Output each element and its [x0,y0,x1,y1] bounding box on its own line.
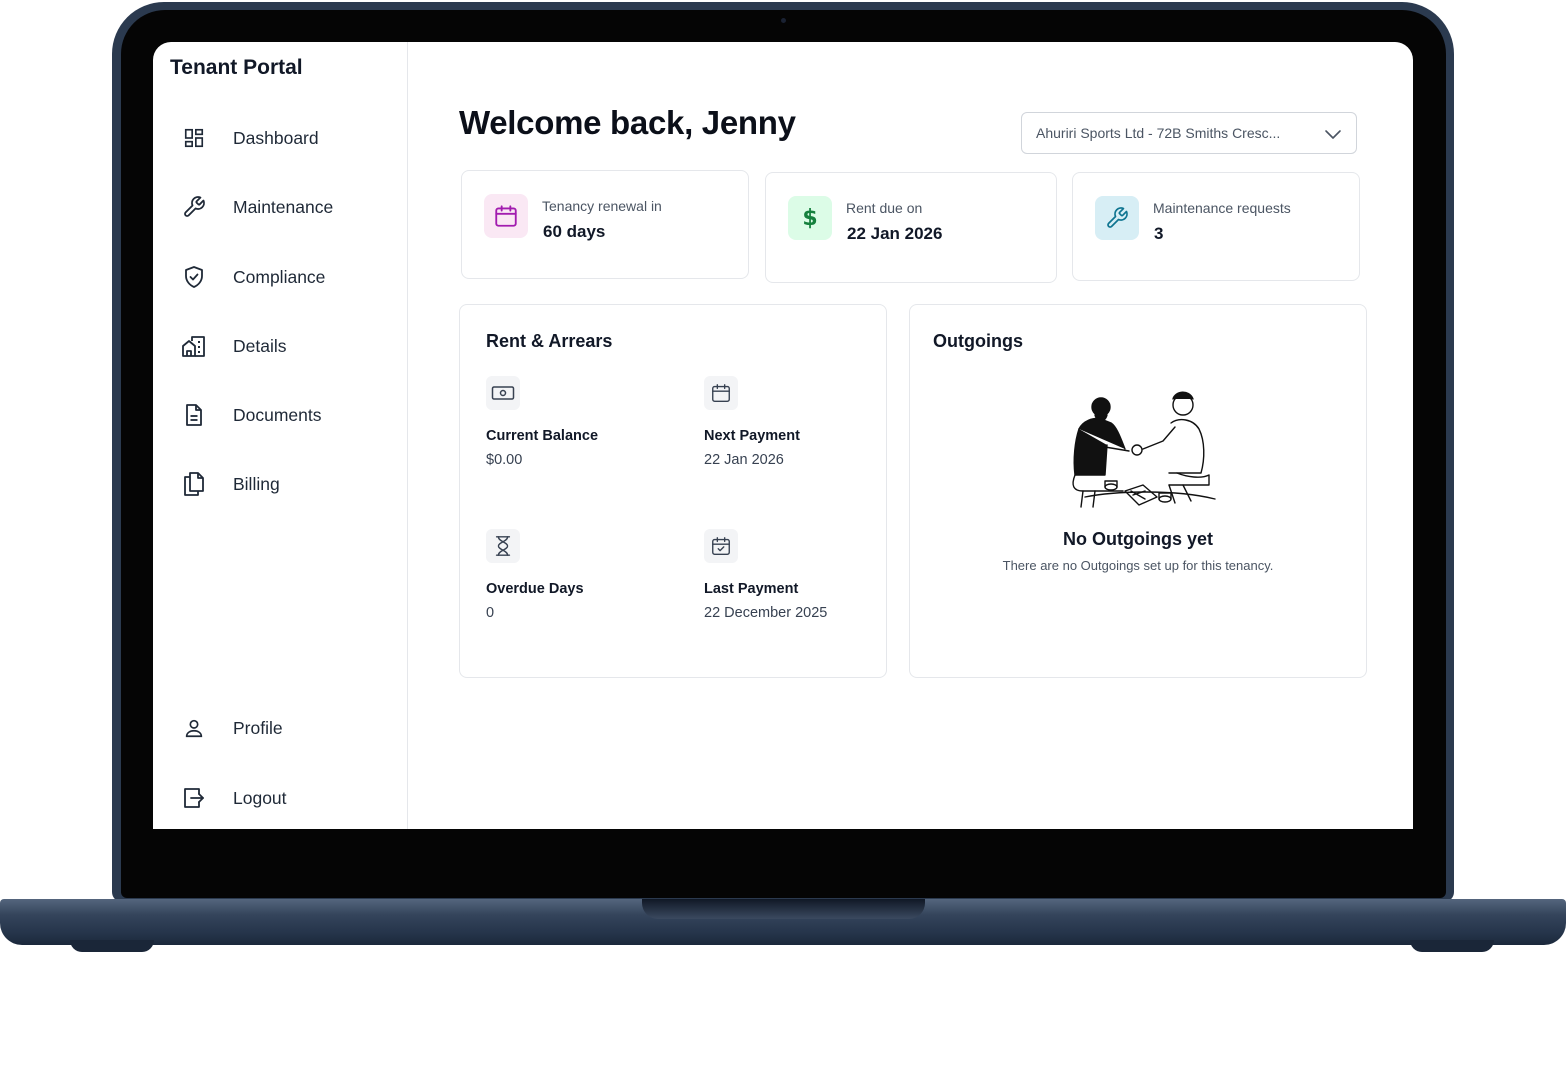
sidebar-item-label: Documents [233,404,322,425]
metric-value: 0 [486,605,495,621]
sidebar-item-billing[interactable]: Billing [181,466,401,502]
stat-card-maintenance-requests: Maintenance requests 3 [1072,172,1360,281]
page-title: Welcome back, Jenny [459,104,796,141]
stat-card-tenancy-renewal: Tenancy renewal in 60 days [461,170,749,279]
metric-value: 22 December 2025 [704,605,828,621]
sidebar-item-documents[interactable]: Documents [181,397,401,433]
rent-arrears-card: Rent & Arrears Current Balance $0.00 Nex… [459,304,887,678]
stat-label: Maintenance requests [1153,200,1291,216]
user-icon [181,715,207,741]
outgoings-card: Outgoings No Outgoings yet There are no … [909,304,1367,678]
hourglass-icon [486,529,520,563]
metric-overdue-days: Overdue Days 0 [486,529,584,621]
stat-label: Tenancy renewal in [542,198,662,214]
sidebar-item-label: Details [233,335,287,356]
metric-label: Next Payment [704,428,800,444]
metric-value: 22 Jan 2026 [704,452,784,468]
laptop-foot-right [1410,940,1494,952]
calendar-check-icon [704,529,738,563]
sidebar-item-label: Compliance [233,266,326,287]
stat-label: Rent due on [846,200,923,216]
laptop-notch [642,899,925,919]
sidebar-item-label: Dashboard [233,127,319,148]
app-screen: Tenant Portal Dashboard Maintenance Comp… [153,42,1413,829]
building-icon [181,333,207,359]
laptop-foot-left [70,940,154,952]
sidebar-item-label: Billing [233,473,280,494]
sidebar-item-dashboard[interactable]: Dashboard [181,120,401,156]
sidebar-item-profile[interactable]: Profile [181,710,401,746]
cash-icon [486,376,520,410]
sidebar-item-details[interactable]: Details [181,328,401,364]
property-select[interactable]: Ahuriri Sports Ltd - 72B Smiths Cresc... [1021,112,1357,154]
calendar-icon [484,194,528,238]
metric-label: Overdue Days [486,581,584,597]
card-title: Outgoings [933,331,1023,351]
metric-label: Current Balance [486,428,599,444]
empty-state-text: There are no Outgoings set up for this t… [1002,558,1274,573]
stat-value: 22 Jan 2026 [847,224,943,243]
dollar-icon: $ [788,196,832,240]
wrench-icon [181,194,207,220]
empty-state-title: No Outgoings yet [1063,529,1213,549]
calendar-icon [704,376,738,410]
stat-card-rent-due: $ Rent due on 22 Jan 2026 [765,172,1057,283]
dashboard-icon [181,125,207,151]
wrench-icon [1095,196,1139,240]
metric-last-payment: Last Payment 22 December 2025 [704,529,827,621]
shield-check-icon [181,264,207,290]
logout-icon [181,785,207,811]
metric-current-balance: Current Balance $0.00 [486,376,598,468]
sidebar-item-label: Maintenance [233,196,334,217]
sidebar-item-logout[interactable]: Logout [181,780,401,816]
sidebar-item-maintenance[interactable]: Maintenance [181,189,401,225]
metric-next-payment: Next Payment 22 Jan 2026 [704,376,800,468]
sidebar: Tenant Portal Dashboard Maintenance Comp… [153,42,408,829]
property-select-value: Ahuriri Sports Ltd - 72B Smiths Cresc... [1036,125,1281,141]
sidebar-item-label: Logout [233,787,287,808]
sidebar-item-compliance[interactable]: Compliance [181,259,401,295]
sidebar-item-label: Profile [233,717,283,738]
main-content: Welcome back, Jenny Ahuriri Sports Ltd -… [408,42,1413,829]
copy-icon [181,471,207,497]
stat-value: 3 [1154,224,1164,243]
document-icon [181,402,207,428]
app-title: Tenant Portal [170,56,303,79]
stat-value: 60 days [543,222,606,241]
handshake-illustration [1072,391,1216,508]
camera-icon [781,18,786,23]
card-title: Rent & Arrears [486,331,613,351]
metric-value: $0.00 [486,452,523,468]
metric-label: Last Payment [704,581,799,597]
chevron-down-icon [1324,125,1342,148]
